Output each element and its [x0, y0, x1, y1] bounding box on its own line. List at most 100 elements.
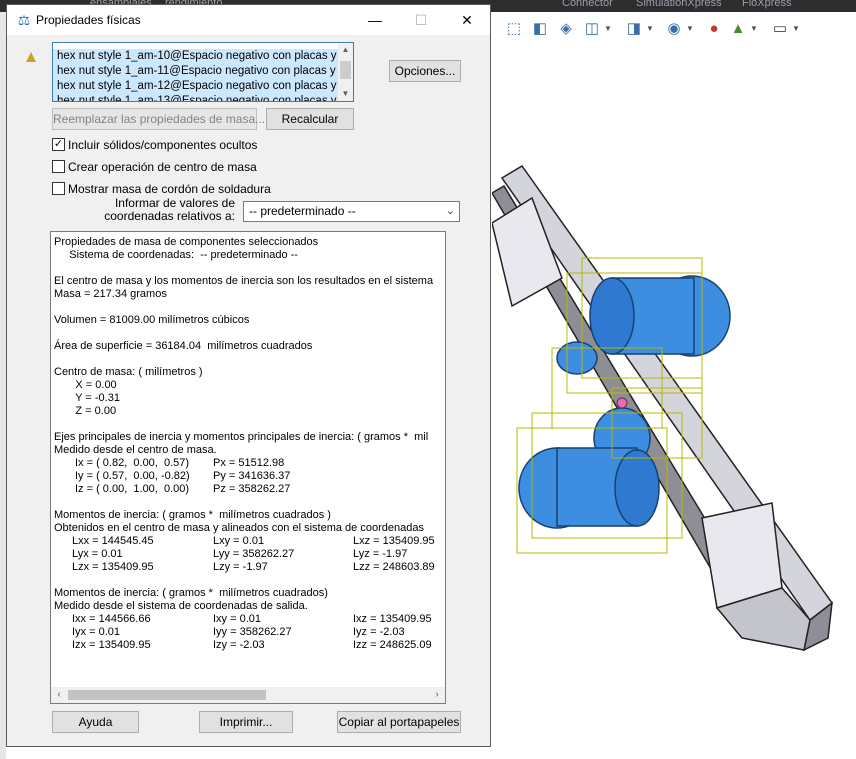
results-value: Py = 341636.37 [213, 470, 291, 482]
section-view-icon[interactable]: ◨ [624, 19, 644, 39]
results-value: Ixy = 0.01 [213, 613, 262, 625]
chevron-down-icon[interactable]: ▼ [792, 19, 800, 39]
list-item[interactable]: hex nut style 1_am-13@Espacio negativo c… [53, 94, 338, 101]
center-of-mass-icon: ⚖ [17, 12, 31, 28]
results-value: Lzx = 135409.95 [72, 561, 154, 573]
apply-scene-icon[interactable]: ▲ [728, 19, 748, 39]
results-value: Lzy = -1.97 [213, 561, 268, 573]
dialog-titlebar[interactable]: ⚖ Propiedades físicas — ☐ ✕ [7, 5, 490, 35]
dialog-title: Propiedades físicas [36, 13, 141, 27]
show-weld-bead-mass-checkbox[interactable] [52, 182, 65, 195]
chevron-down-icon[interactable]: ⌄ [446, 204, 455, 217]
results-value: Iyx = 0.01 [72, 626, 121, 638]
print-button[interactable]: Imprimir... [199, 711, 293, 733]
results-line: Área de superficie = 36184.04 milímetros… [54, 340, 313, 352]
results-value: Lxz = 135409.95 [353, 535, 435, 547]
ribbon-tab[interactable]: SimulationXpress [636, 0, 722, 9]
physical-properties-dialog: ⚖ Propiedades físicas — ☐ ✕ ▲ hex nut st… [6, 4, 491, 747]
scroll-right-icon[interactable]: › [429, 687, 445, 703]
create-center-of-mass-checkbox[interactable] [52, 160, 65, 173]
mass-properties-results[interactable]: Propiedades de masa de componentes selec… [50, 231, 446, 704]
close-button[interactable]: ✕ [444, 5, 490, 35]
results-line: X = 0.00 [54, 379, 117, 391]
ribbon-tab[interactable]: FloXpress [742, 0, 792, 9]
scroll-thumb[interactable] [340, 61, 351, 79]
results-line: Momentos de inercia: ( gramos * milímetr… [54, 509, 331, 521]
results-line: Sistema de coordenadas: -- predeterminad… [54, 249, 298, 261]
results-value: Lxy = 0.01 [213, 535, 265, 547]
chevron-down-icon[interactable]: ▼ [646, 19, 654, 39]
results-value: Izy = -2.03 [213, 639, 265, 651]
results-line: Ejes principales de inercia y momentos p… [54, 431, 429, 443]
results-value: Ixz = 135409.95 [353, 613, 432, 625]
results-line: Medido desde el centro de masa. [54, 444, 217, 456]
results-line: Masa = 217.34 gramos [54, 288, 167, 300]
list-item[interactable]: hex nut style 1_am-12@Espacio negativo c… [53, 79, 338, 94]
results-line: Obtenidos en el centro de masa y alinead… [54, 522, 424, 534]
help-button[interactable]: Ayuda [52, 711, 139, 733]
assembly-part-icon: ▲ [22, 47, 40, 66]
chevron-down-icon[interactable]: ▼ [604, 19, 612, 39]
graphics-area[interactable] [492, 48, 856, 759]
replace-mass-properties-button: Reemplazar las propiedades de masa... [52, 108, 265, 130]
view-orientation-icon[interactable]: ◧ [530, 19, 550, 39]
report-coordinates-label: Informar de valores de coordenadas relat… [75, 197, 235, 223]
minimize-button[interactable]: — [352, 5, 398, 35]
checkbox-label: Mostrar masa de cordón de soldadura [68, 182, 271, 196]
list-item[interactable]: hex nut style 1_am-10@Espacio negativo c… [53, 49, 338, 64]
results-line: Medido desde el sistema de coordenadas d… [54, 600, 308, 612]
copy-to-clipboard-button[interactable]: Copiar al portapapeles [337, 711, 461, 733]
results-value: Ix = ( 0.82, 0.00, 0.57) [75, 457, 190, 469]
results-value: Lyz = -1.97 [353, 548, 408, 560]
results-value: Iy = ( 0.57, 0.00, -0.82) [75, 470, 190, 482]
results-line: Volumen = 81009.00 milímetros cúbicos [54, 314, 250, 326]
checkbox-label: Crear operación de centro de masa [68, 160, 257, 174]
results-value: Iyy = 358262.27 [213, 626, 292, 638]
results-line: Centro de masa: ( milímetros ) [54, 366, 203, 378]
chevron-down-icon[interactable]: ▼ [686, 19, 694, 39]
results-line: Y = -0.31 [54, 392, 120, 404]
chevron-down-icon[interactable]: ▼ [750, 19, 758, 39]
results-value: Lzz = 248603.89 [353, 561, 435, 573]
selected-components-list[interactable]: hex nut style 1_am-10@Espacio negativo c… [52, 42, 354, 102]
hide-show-icon[interactable]: ◉ [664, 19, 684, 39]
maximize-button: ☐ [414, 12, 428, 28]
results-line: Momentos de inercia: ( gramos * milímetr… [54, 587, 328, 599]
list-item[interactable]: hex nut style 1_am-11@Espacio negativo c… [53, 64, 338, 79]
hide-show-icon[interactable]: ◫ [582, 19, 602, 39]
results-value: Ixx = 144566.66 [72, 613, 151, 625]
options-button[interactable]: Opciones... [389, 60, 461, 82]
heads-up-view-toolbar: ⬚ ◧ ◈ ◫ ▼ ◨ ▼ ◉ ▼ ● ▲ ▼ ▭ ▼ [492, 12, 856, 48]
results-value: Iyz = -2.03 [353, 626, 405, 638]
results-value: Izx = 135409.95 [72, 639, 151, 651]
results-line: Z = 0.00 [54, 405, 117, 417]
recalculate-button[interactable]: Recalcular [266, 108, 354, 130]
view-settings-icon[interactable]: ▭ [770, 19, 790, 39]
checkbox-label: Incluir sólidos/componentes ocultos [68, 138, 258, 152]
coordinate-system-select[interactable]: -- predeterminado -- ⌄ [243, 201, 460, 222]
report-coordinates-label-line2: coordenadas relativos a: [104, 209, 235, 223]
scroll-left-icon[interactable]: ‹ [51, 687, 67, 703]
section-view-icon[interactable]: ⬚ [504, 19, 524, 39]
results-value: Lyy = 358262.27 [213, 548, 295, 560]
results-value: Px = 51512.98 [213, 457, 285, 469]
assembly-model[interactable] [492, 48, 856, 759]
include-hidden-checkbox[interactable]: ✓ [52, 138, 65, 151]
scroll-down-icon[interactable]: ▼ [338, 87, 353, 101]
scroll-thumb[interactable] [68, 690, 266, 700]
results-value: Izz = 248625.09 [353, 639, 432, 651]
results-value: Iz = ( 0.00, 1.00, 0.00) [75, 483, 190, 495]
edit-appearance-icon[interactable]: ● [704, 19, 724, 39]
results-value: Lyx = 0.01 [72, 548, 123, 560]
center-of-mass-marker [616, 397, 628, 409]
results-line: El centro de masa y los momentos de iner… [54, 275, 434, 287]
scroll-up-icon[interactable]: ▲ [338, 43, 353, 57]
results-value: Pz = 358262.27 [213, 483, 291, 495]
results-value: Lxx = 144545.45 [72, 535, 154, 547]
coordinate-system-value: -- predeterminado -- [249, 204, 356, 218]
ribbon-tab[interactable]: Connector [562, 0, 613, 9]
results-horizontal-scrollbar[interactable]: ‹ › [51, 687, 445, 703]
display-style-icon[interactable]: ◈ [556, 19, 576, 39]
list-scrollbar[interactable]: ▲ ▼ [338, 43, 353, 101]
results-line: Propiedades de masa de componentes selec… [54, 236, 319, 248]
